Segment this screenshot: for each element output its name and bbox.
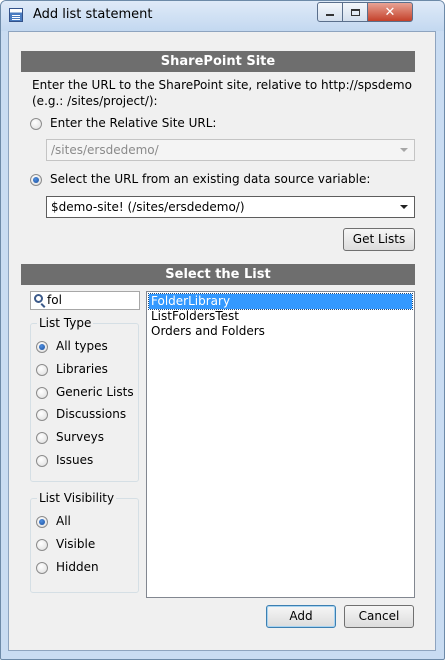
list-search-value: fol <box>47 293 62 307</box>
site-url-description: Enter the URL to the SharePoint site, re… <box>32 78 412 108</box>
list-type-generic-lists-radio[interactable] <box>36 387 48 399</box>
visibility-all-label: All <box>56 514 71 528</box>
sharepoint-site-header: SharePoint Site <box>21 51 415 72</box>
list-type-surveys-label: Surveys <box>56 430 104 444</box>
relative-url-radio[interactable] <box>30 118 42 130</box>
list-item[interactable]: Orders and Folders <box>149 324 412 339</box>
search-icon <box>34 294 43 303</box>
get-lists-button[interactable]: Get Lists <box>343 228 415 251</box>
visibility-hidden-label: Hidden <box>56 560 99 574</box>
list-type-libraries-label: Libraries <box>56 362 108 376</box>
list-type-issues-radio[interactable] <box>36 455 48 467</box>
chevron-down-icon[interactable] <box>400 148 408 152</box>
list-type-discussions-label: Discussions <box>56 407 127 421</box>
chevron-down-icon[interactable] <box>400 205 408 209</box>
lists-listbox[interactable]: FolderLibrary ListFoldersTest Orders and… <box>146 291 415 598</box>
list-search-input[interactable]: fol <box>30 291 140 310</box>
close-button[interactable]: ✕ <box>367 2 413 22</box>
window-title: Add list statement <box>33 7 153 22</box>
visibility-hidden-radio[interactable] <box>36 562 48 574</box>
relative-url-combobox[interactable]: /sites/ersdedemo/ <box>46 139 415 161</box>
visibility-visible-radio[interactable] <box>36 539 48 551</box>
minimize-button[interactable] <box>317 2 343 22</box>
relative-url-value: /sites/ersdedemo/ <box>51 143 159 157</box>
list-type-all-types-radio[interactable] <box>36 341 48 353</box>
list-type-issues-label: Issues <box>56 453 94 467</box>
relative-url-option-label: Enter the Relative Site URL: <box>50 116 217 130</box>
list-item[interactable]: ListFoldersTest <box>149 309 412 324</box>
select-list-header: Select the List <box>21 264 415 285</box>
maximize-icon <box>350 8 360 16</box>
maximize-button[interactable] <box>342 2 368 22</box>
app-window-icon <box>9 8 23 22</box>
title-bar[interactable]: Add list statement ✕ <box>1 1 444 31</box>
list-type-generic-lists-label: Generic Lists <box>56 385 134 399</box>
list-type-surveys-radio[interactable] <box>36 432 48 444</box>
variable-url-option-label: Select the URL from an existing data sou… <box>50 172 371 186</box>
data-source-variable-combobox[interactable]: $demo-site! (/sites/ersdedemo/) <box>46 196 415 218</box>
list-visibility-legend: List Visibility <box>37 491 117 505</box>
variable-url-radio[interactable] <box>30 174 42 186</box>
list-type-discussions-radio[interactable] <box>36 409 48 421</box>
close-icon: ✕ <box>384 4 396 20</box>
minimize-icon <box>326 14 334 16</box>
add-button[interactable]: Add <box>266 605 336 628</box>
visibility-visible-label: Visible <box>56 537 96 551</box>
data-source-variable-value: $demo-site! (/sites/ersdedemo/) <box>51 200 245 214</box>
list-type-legend: List Type <box>37 316 94 330</box>
cancel-button[interactable]: Cancel <box>344 605 414 628</box>
list-type-all-types-label: All types <box>56 339 108 353</box>
list-type-libraries-radio[interactable] <box>36 364 48 376</box>
list-item[interactable]: FolderLibrary <box>148 293 413 310</box>
add-list-statement-dialog: Add list statement ✕ SharePoint Site Ent… <box>0 0 445 660</box>
visibility-all-radio[interactable] <box>36 516 48 528</box>
